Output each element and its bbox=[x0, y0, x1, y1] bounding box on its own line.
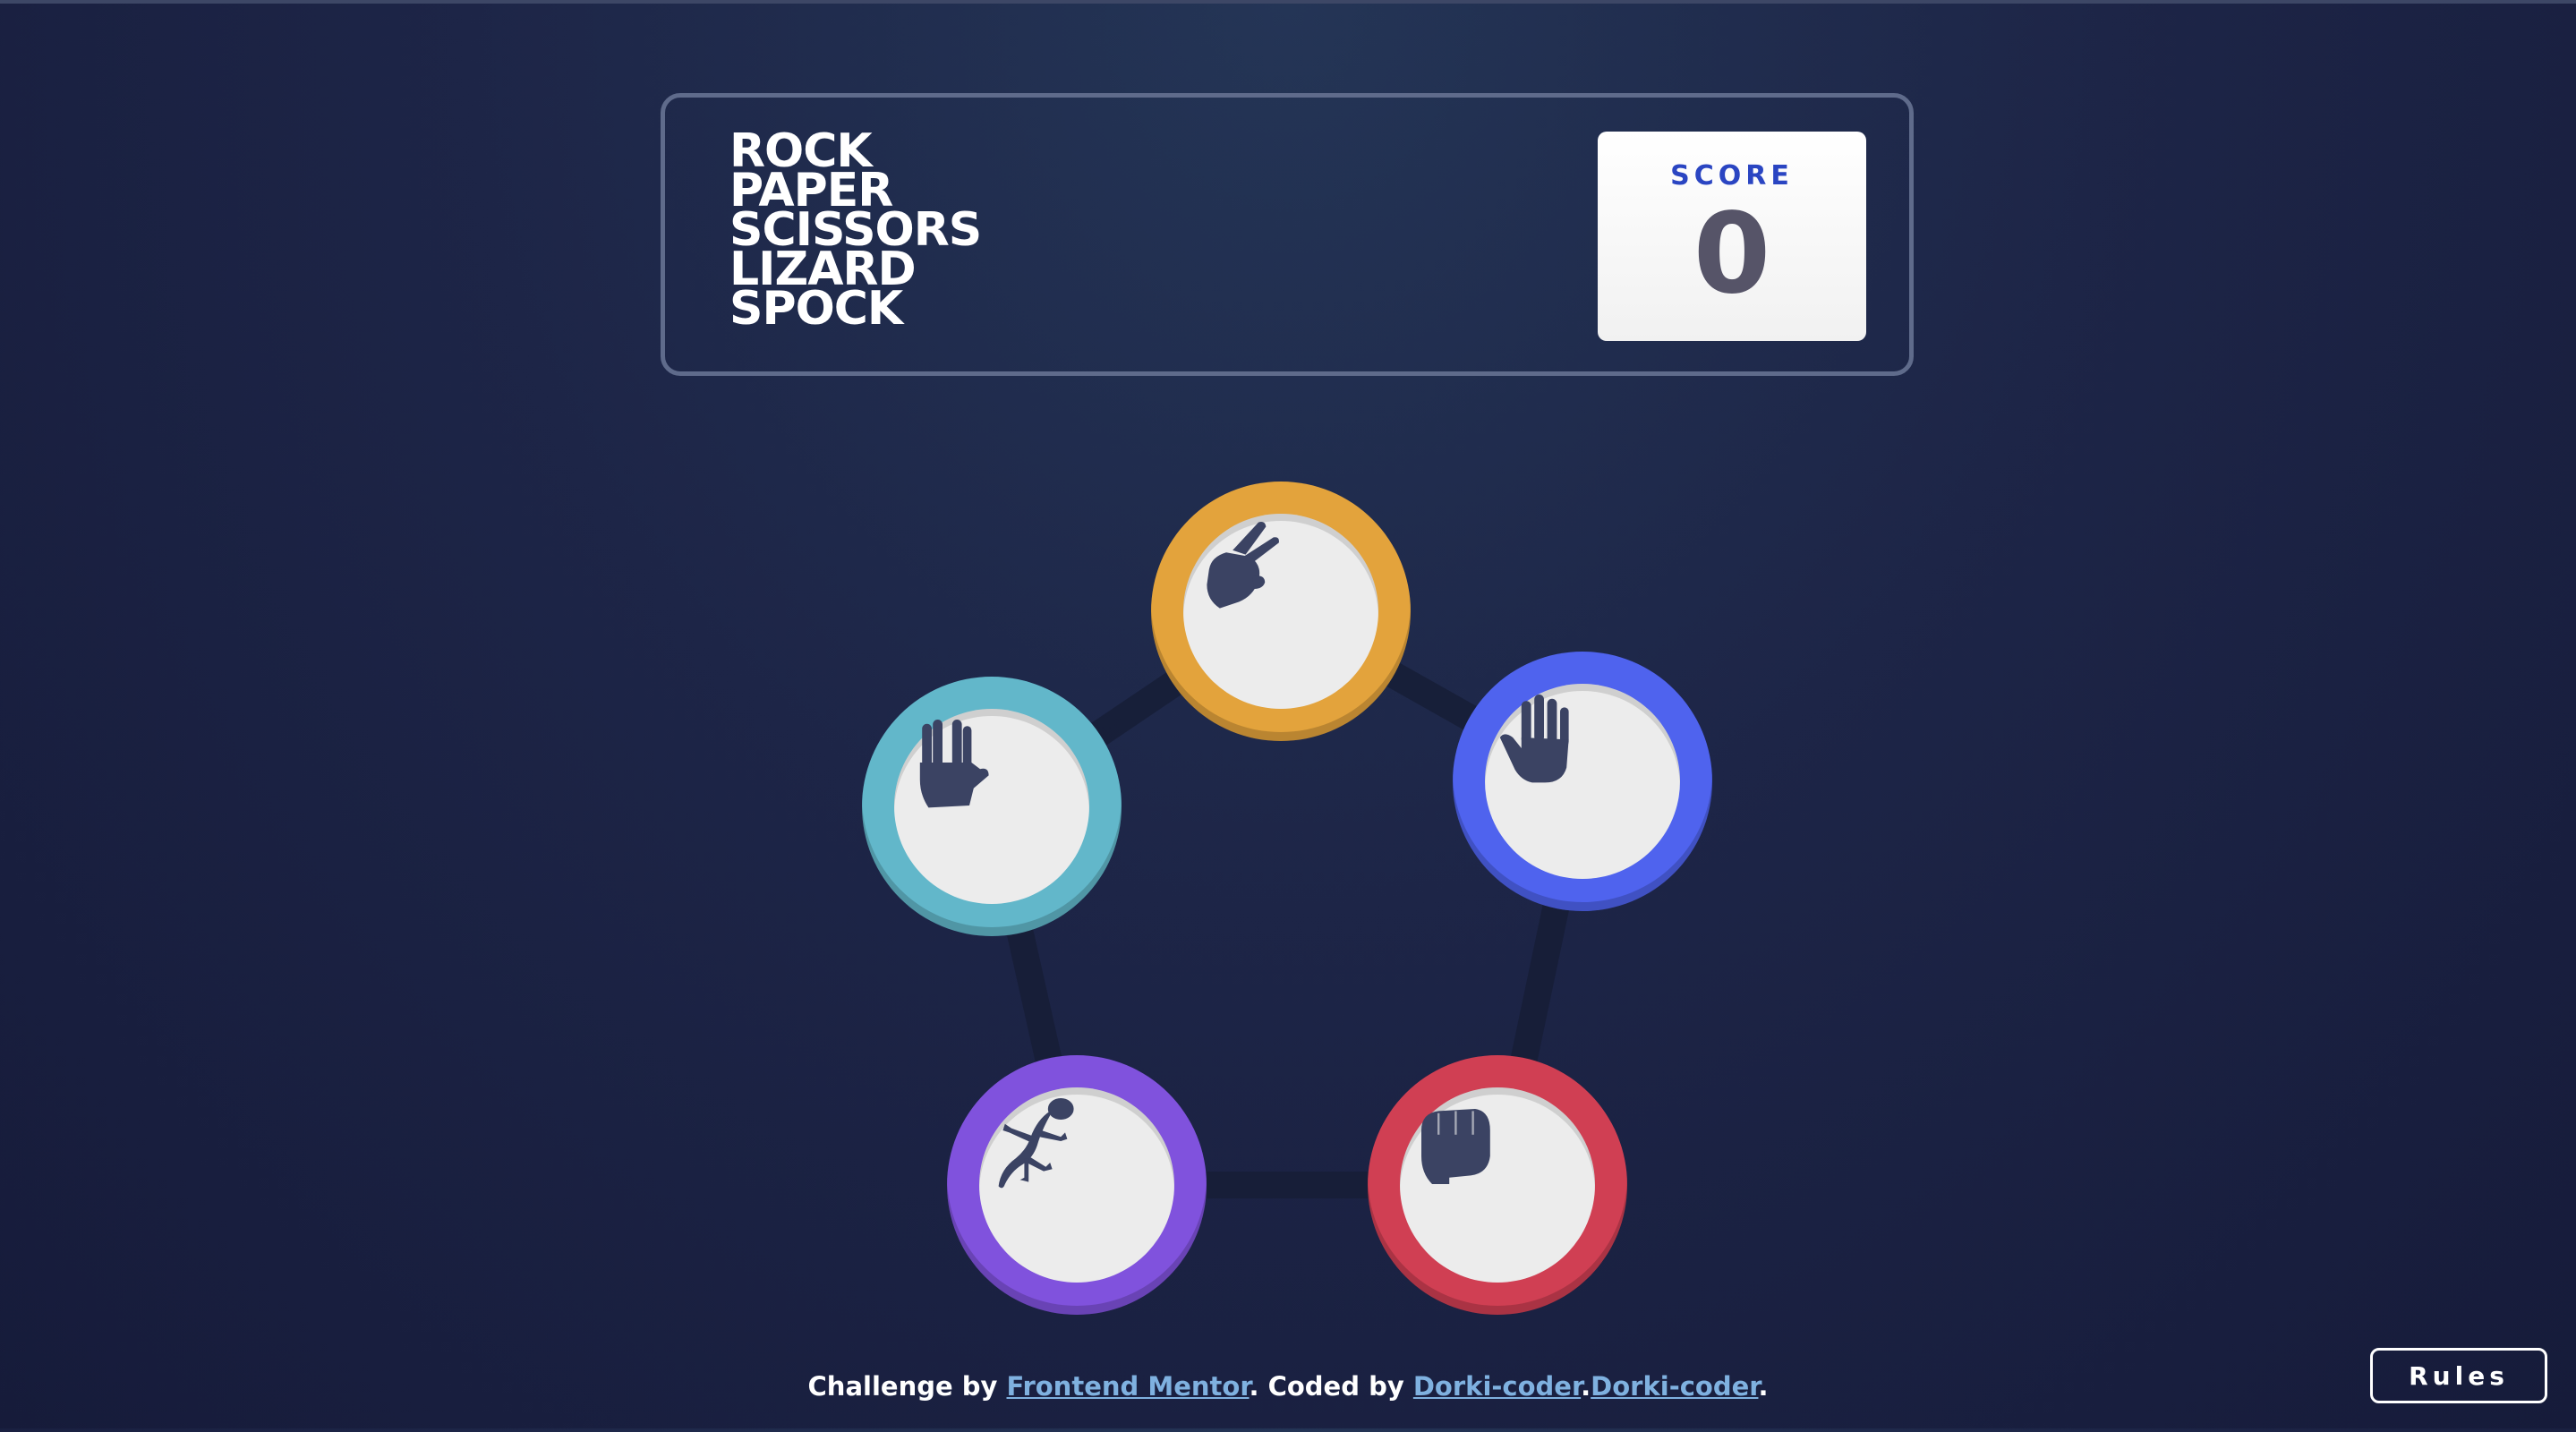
game-header: ROCK PAPER SCISSORS LIZARD SPOCK SCORE 0 bbox=[661, 93, 1914, 376]
lizard-icon bbox=[998, 1098, 1074, 1189]
author-link-2[interactable]: Dorki-coder bbox=[1591, 1371, 1758, 1402]
spock-button[interactable] bbox=[862, 677, 1122, 936]
game-title: ROCK PAPER SCISSORS LIZARD SPOCK bbox=[729, 128, 982, 336]
lizard-button[interactable] bbox=[947, 1055, 1207, 1315]
attribution-prefix: Challenge by bbox=[807, 1371, 1007, 1402]
spock-hand-icon bbox=[919, 720, 989, 808]
paper-hand-icon bbox=[1499, 695, 1569, 783]
rock-fist-icon bbox=[1421, 1109, 1490, 1184]
title-spock: SPOCK bbox=[729, 282, 903, 336]
author-link[interactable]: Dorki-coder bbox=[1413, 1371, 1581, 1402]
scissors-token-face bbox=[1183, 514, 1378, 709]
paper-button[interactable] bbox=[1453, 652, 1712, 911]
spock-token-face bbox=[894, 709, 1089, 904]
scissors-button[interactable] bbox=[1151, 482, 1411, 741]
rules-button[interactable]: Rules bbox=[2370, 1348, 2547, 1403]
score-label: SCORE bbox=[1670, 160, 1794, 192]
attribution-suffix: . bbox=[1758, 1371, 1769, 1402]
score-box: SCORE 0 bbox=[1598, 132, 1866, 341]
lizard-token-face bbox=[979, 1087, 1174, 1283]
rock-token-face bbox=[1400, 1087, 1595, 1283]
attribution-middle: . Coded by bbox=[1249, 1371, 1413, 1402]
attribution-footer: Challenge by Frontend Mentor. Coded by D… bbox=[0, 1371, 2576, 1402]
score-value: 0 bbox=[1693, 190, 1771, 319]
rock-button[interactable] bbox=[1368, 1055, 1627, 1315]
scissors-hand-icon bbox=[1207, 522, 1279, 609]
paper-token-face bbox=[1485, 684, 1680, 879]
attribution-separator: . bbox=[1581, 1371, 1591, 1402]
frontend-mentor-link[interactable]: Frontend Mentor bbox=[1007, 1371, 1250, 1402]
